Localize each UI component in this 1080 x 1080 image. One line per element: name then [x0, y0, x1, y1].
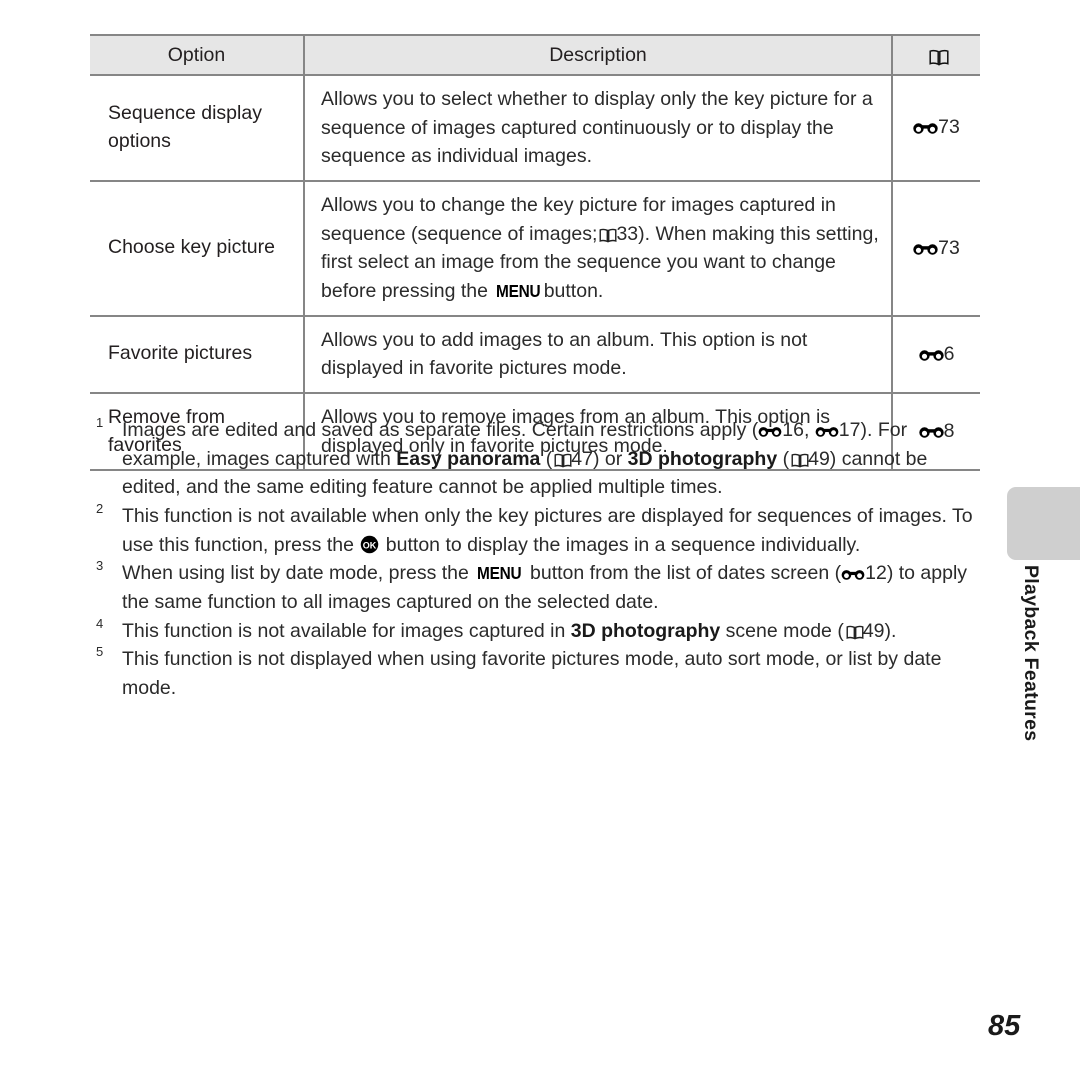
desc-line-4b: button. [543, 279, 604, 302]
column-header-reference [891, 34, 980, 76]
footnote-text-b: button to display the images in a sequen… [380, 533, 861, 556]
reference-number: 73 [938, 116, 960, 139]
desc-line-2a: sequence (sequence of images; [321, 222, 598, 245]
reference-binocular-icon [758, 424, 782, 438]
option-description: Allows you to select whether to display … [303, 74, 892, 182]
table-row: Choose key picture Allows you to change … [90, 179, 980, 317]
footnote-3: 3 When using list by date mode, press the… [90, 558, 990, 616]
svg-text:OK: OK [363, 540, 377, 550]
footnote-sep: , [803, 419, 815, 441]
desc-line-2b: 33). [616, 222, 651, 245]
footnote-bold-easy-panorama: Easy panorama [396, 447, 541, 470]
option-name-favorite-pictures: Favorite pictures [90, 314, 304, 394]
footnote-bold-3d-photography: 3D photography [570, 619, 721, 642]
reference-binocular-icon [841, 567, 865, 581]
option-name-sequence-display-options: Sequence display options [90, 74, 304, 182]
reference-cell: 73 [891, 179, 980, 317]
footnote-text-c: ). [884, 619, 897, 642]
ok-button-icon: OK [360, 535, 379, 554]
footnote-ref-1: 16 [782, 419, 804, 441]
footnote-4: 4 This function is not available for imag… [90, 615, 990, 646]
footnote-text-a: When using list by date mode, press the [122, 562, 475, 585]
footnote-page-1: 47 [571, 447, 593, 470]
reference-binocular-icon [815, 424, 839, 438]
desc-line-1: Allows you to add images to an album. [321, 328, 655, 351]
page-number: 85 [988, 1010, 1021, 1042]
book-icon [599, 228, 617, 243]
footnote-ref-2: 17 [838, 419, 861, 441]
footnote-page-2: 49 [808, 447, 830, 470]
option-description: Allows you to change the key picture for… [303, 179, 892, 317]
desc-line-2: sequence of images captured continuously… [321, 116, 834, 139]
desc-line-3: sequence as individual images. [321, 145, 593, 168]
footnote-bold-3d-photography: 3D photography [627, 447, 778, 470]
footnote-text-e: ( [777, 447, 790, 470]
reference-number: 73 [938, 236, 960, 259]
reference-number: 6 [943, 342, 955, 365]
footnote-text-b: scene mode ( [720, 619, 844, 642]
reference-binocular-icon [918, 347, 944, 362]
section-tab-label: Playback Features [1020, 565, 1042, 742]
table-header-row: Option Description [90, 34, 980, 76]
table-row: Sequence display options Allows you to s… [90, 74, 980, 182]
footnote-2: 2 This function is not available when onl… [90, 500, 990, 559]
option-name-choose-key-picture: Choose key picture [90, 179, 304, 317]
option-description: Allows you to add images to an album. Th… [303, 314, 892, 394]
section-tab-marker [1007, 487, 1080, 560]
reference-cell: 6 [891, 314, 980, 394]
column-header-option: Option [90, 34, 304, 76]
footnote-text-d: ) or [593, 447, 628, 470]
book-icon [791, 453, 809, 468]
reference-cell: 73 [891, 74, 980, 182]
footnote-text-a: Images are edited and saved as separate … [122, 419, 759, 441]
reference-binocular-icon [913, 241, 938, 256]
footnote-marker: 5 [96, 644, 104, 660]
footnote-marker: 1 [96, 415, 104, 430]
footnote-text-c: ( [540, 447, 553, 470]
footnote-text-a: This function is not displayed when usin… [122, 648, 942, 699]
column-header-description: Description [303, 34, 892, 76]
menu-button-glyph: MENU [496, 280, 541, 301]
book-icon [554, 453, 572, 468]
footnote-1: 1 Images are edited and saved as separate… [90, 415, 990, 502]
footnote-5: 5 This function is not displayed when usi… [90, 644, 990, 702]
book-icon [846, 625, 864, 640]
footnotes-block: 1 Images are edited and saved as separate… [90, 415, 990, 703]
footnote-marker: 3 [96, 558, 104, 574]
footnote-page: 49 [862, 619, 885, 642]
desc-line-1: Allows you to select whether to display … [321, 88, 873, 110]
reference-binocular-icon [913, 120, 938, 135]
footnote-ref: 12 [865, 562, 887, 585]
footnote-marker: 2 [96, 500, 104, 516]
options-table: Option Description Sequence display opti… [90, 34, 980, 472]
footnote-text-a: This function is not available for image… [122, 619, 571, 642]
footnote-text-b: button from the list of dates screen ( [524, 562, 842, 585]
book-icon [929, 49, 949, 65]
desc-line-1: Allows you to change the key picture for… [321, 193, 836, 216]
menu-button-glyph: MENU [477, 563, 522, 584]
table-row: Favorite pictures Allows you to add imag… [90, 314, 980, 394]
footnote-marker: 4 [96, 615, 104, 631]
